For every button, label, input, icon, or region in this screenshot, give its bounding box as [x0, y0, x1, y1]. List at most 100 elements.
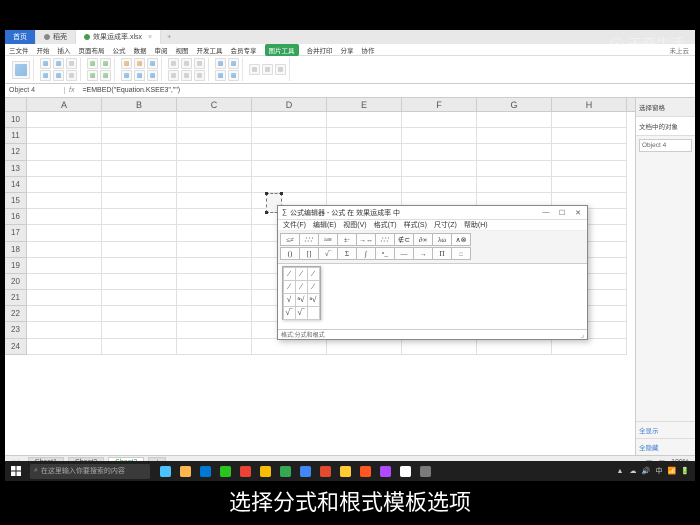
cell[interactable] — [177, 225, 252, 241]
tool-3[interactable] — [66, 58, 77, 69]
cell[interactable] — [102, 306, 177, 322]
row-header[interactable]: 17 — [5, 225, 27, 241]
symbol-palette-button[interactable]: ≤≠ — [280, 233, 300, 246]
taskbar-app-icon[interactable] — [416, 462, 434, 480]
cell[interactable] — [252, 177, 327, 193]
eq-menu-format[interactable]: 格式(T) — [374, 220, 397, 230]
cell[interactable] — [27, 242, 102, 258]
object-list-item[interactable]: Object 4 — [639, 139, 692, 152]
home-tab[interactable]: 首页 — [5, 30, 36, 44]
cell[interactable] — [252, 112, 327, 128]
tool-8[interactable] — [100, 58, 111, 69]
cell[interactable] — [327, 112, 402, 128]
cell[interactable] — [402, 177, 477, 193]
cell[interactable] — [402, 128, 477, 144]
row-header[interactable]: 12 — [5, 144, 27, 160]
row-header[interactable]: 15 — [5, 193, 27, 209]
cell[interactable] — [552, 161, 627, 177]
doc-tab-2[interactable]: 效果运成率.xlsx× — [76, 30, 161, 44]
symbol-palette-button[interactable]: ∴∵ — [299, 233, 319, 246]
tool-2[interactable] — [53, 58, 64, 69]
pane-tab-objects[interactable]: 文档中的对象 — [636, 117, 695, 136]
cell[interactable] — [177, 112, 252, 128]
template-palette-button[interactable]: — — [394, 247, 414, 260]
cell[interactable] — [102, 193, 177, 209]
row-header[interactable]: 18 — [5, 242, 27, 258]
template-palette-button[interactable]: Σ — [337, 247, 357, 260]
cell[interactable] — [402, 112, 477, 128]
template-palette-button[interactable]: Π — [432, 247, 452, 260]
cell[interactable] — [177, 339, 252, 355]
cell[interactable] — [477, 128, 552, 144]
cell[interactable] — [27, 339, 102, 355]
new-tab-button[interactable]: + — [161, 34, 177, 41]
cell[interactable] — [327, 144, 402, 160]
symbol-palette-button[interactable]: ∧⊗ — [451, 233, 471, 246]
tool-18[interactable] — [181, 58, 192, 69]
tool-29[interactable] — [275, 64, 286, 75]
fraction-template-option[interactable] — [307, 306, 320, 320]
cell[interactable] — [102, 161, 177, 177]
resize-handle[interactable] — [280, 192, 283, 195]
col-H[interactable]: H — [552, 98, 627, 111]
taskbar-app-icon[interactable] — [396, 462, 414, 480]
eq-titlebar[interactable]: ∑公式编辑器 - 公式 在 效果运成率 中 — ☐ ✕ — [278, 206, 587, 220]
cell[interactable] — [177, 161, 252, 177]
tool-27[interactable] — [249, 64, 260, 75]
cell[interactable] — [477, 112, 552, 128]
cell[interactable] — [27, 306, 102, 322]
tool-26[interactable] — [228, 70, 239, 81]
template-palette-button[interactable]: ⁿ_ — [375, 247, 395, 260]
fx-icon[interactable]: fx — [65, 87, 78, 94]
eq-menu-view[interactable]: 视图(V) — [343, 220, 366, 230]
col-G[interactable]: G — [477, 98, 552, 111]
tool-16[interactable] — [147, 70, 158, 81]
tray-icon[interactable]: 🔋 — [681, 467, 689, 475]
taskbar-app-icon[interactable] — [296, 462, 314, 480]
tool-crop[interactable] — [12, 61, 30, 79]
formula-input[interactable]: =EMBED("Equation.KSEE3","") — [78, 87, 695, 94]
eq-menu-edit[interactable]: 编辑(E) — [313, 220, 336, 230]
taskbar-app-icon[interactable] — [336, 462, 354, 480]
cell[interactable] — [102, 258, 177, 274]
cell[interactable] — [177, 242, 252, 258]
cell[interactable] — [177, 322, 252, 338]
tool-7[interactable] — [87, 58, 98, 69]
cell[interactable] — [327, 339, 402, 355]
cell[interactable] — [102, 128, 177, 144]
cell[interactable] — [477, 177, 552, 193]
menu-file[interactable]: 三文件 — [9, 45, 29, 55]
close-icon[interactable]: × — [148, 34, 152, 41]
row-header[interactable]: 13 — [5, 161, 27, 177]
cell[interactable] — [252, 161, 327, 177]
cell[interactable] — [402, 144, 477, 160]
cell[interactable] — [402, 339, 477, 355]
col-E[interactable]: E — [327, 98, 402, 111]
cell[interactable] — [552, 177, 627, 193]
cell[interactable] — [552, 339, 627, 355]
cell[interactable] — [27, 274, 102, 290]
row-header[interactable]: 24 — [5, 339, 27, 355]
cell[interactable] — [552, 112, 627, 128]
show-all-link[interactable]: 全显示 — [636, 421, 695, 438]
fraction-template-option[interactable]: ⁿ√ — [307, 293, 320, 307]
taskbar-app-icon[interactable] — [176, 462, 194, 480]
cell[interactable] — [102, 112, 177, 128]
tool-13[interactable] — [147, 58, 158, 69]
menu-merge[interactable]: 合并打印 — [307, 45, 333, 55]
cell[interactable] — [252, 339, 327, 355]
tool-24[interactable] — [228, 58, 239, 69]
row-header[interactable]: 16 — [5, 209, 27, 225]
row-header[interactable]: 22 — [5, 306, 27, 322]
row-header[interactable]: 21 — [5, 290, 27, 306]
row-header[interactable]: 14 — [5, 177, 27, 193]
symbol-palette-button[interactable]: ∉⊂ — [394, 233, 414, 246]
tray-icon[interactable]: 🔊 — [642, 467, 650, 475]
menu-view[interactable]: 视图 — [176, 45, 189, 55]
menu-start[interactable]: 开始 — [37, 45, 50, 55]
tool-17[interactable] — [168, 58, 179, 69]
row-header[interactable]: 10 — [5, 112, 27, 128]
cell[interactable] — [102, 209, 177, 225]
eq-menu-size[interactable]: 尺寸(Z) — [434, 220, 457, 230]
cell[interactable] — [477, 144, 552, 160]
